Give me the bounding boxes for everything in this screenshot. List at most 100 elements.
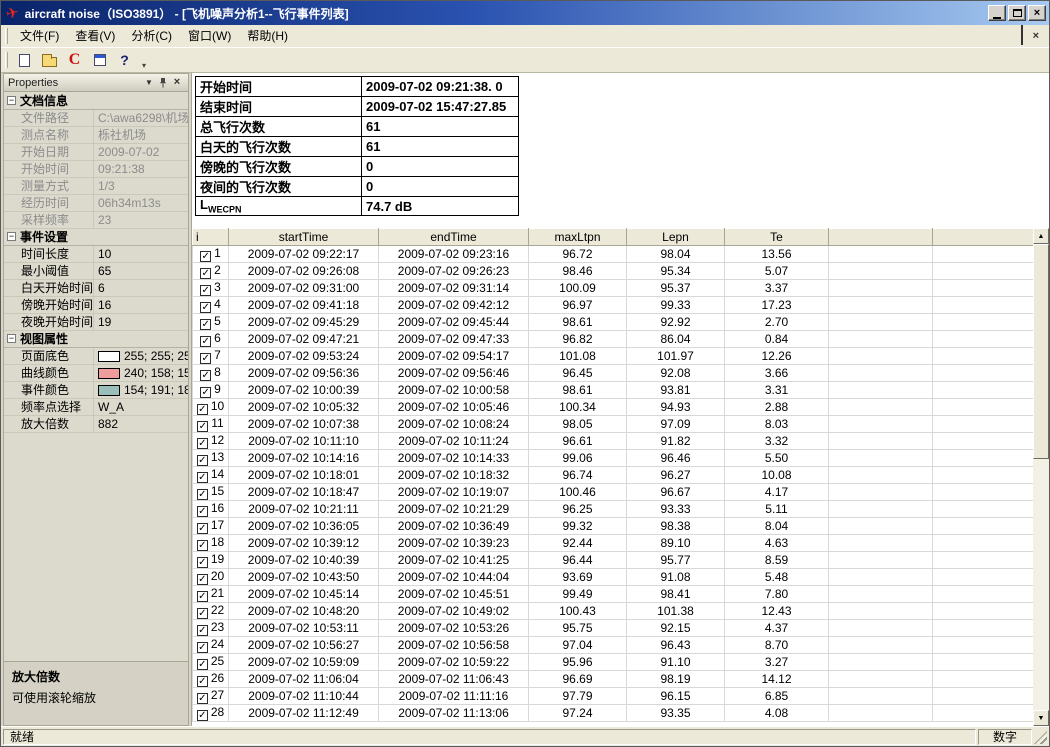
scroll-down-button[interactable]: ▼ [1033,710,1049,726]
table-row[interactable]: ✓202009-07-02 10:43:502009-07-02 10:44:0… [193,569,1037,586]
column-header[interactable]: maxLtpn [529,229,627,246]
table-row[interactable]: ✓182009-07-02 10:39:122009-07-02 10:39:2… [193,535,1037,552]
panel-close-icon[interactable]: × [170,76,184,90]
row-checkbox[interactable]: ✓ [197,455,208,466]
menu-item[interactable]: 分析(C) [123,26,180,46]
new-document-button[interactable] [12,49,37,71]
property-row[interactable]: 开始日期2009-07-02 [4,144,188,161]
table-row[interactable]: ✓212009-07-02 10:45:142009-07-02 10:45:5… [193,586,1037,603]
panel-pin-icon[interactable] [156,76,170,90]
row-checkbox[interactable]: ✓ [200,370,211,381]
collapse-icon[interactable]: − [7,334,16,343]
open-file-button[interactable] [37,49,62,71]
table-row[interactable]: ✓22009-07-02 09:26:082009-07-02 09:26:23… [193,263,1037,280]
property-value[interactable]: 2009-07-02 [94,144,188,160]
property-row[interactable]: 测点名称栎社机场 [4,127,188,144]
table-row[interactable]: ✓112009-07-02 10:07:382009-07-02 10:08:2… [193,416,1037,433]
title-bar[interactable]: ✈ aircraft noise（ISO3891） - [飞机噪声分析1--飞行… [1,1,1049,25]
properties-button[interactable] [87,49,112,71]
table-row[interactable]: ✓152009-07-02 10:18:472009-07-02 10:19:0… [193,484,1037,501]
row-checkbox[interactable]: ✓ [197,438,208,449]
property-section-header[interactable]: −文档信息 [4,93,188,110]
menu-grip[interactable] [5,28,8,44]
row-checkbox[interactable]: ✓ [200,302,211,313]
property-value[interactable]: 23 [94,212,188,228]
property-row[interactable]: 经历时间06h34m13s [4,195,188,212]
close-button[interactable]: × [1028,5,1046,21]
minimize-button[interactable] [988,5,1006,21]
table-row[interactable]: ✓162009-07-02 10:21:112009-07-02 10:21:2… [193,501,1037,518]
menu-item[interactable]: 文件(F) [12,26,67,46]
row-checkbox[interactable]: ✓ [197,421,208,432]
row-checkbox[interactable]: ✓ [197,659,208,670]
property-value[interactable]: 65 [94,263,188,279]
column-header[interactable]: i [193,229,229,246]
row-checkbox[interactable]: ✓ [197,591,208,602]
row-checkbox[interactable]: ✓ [200,268,211,279]
row-checkbox[interactable]: ✓ [197,557,208,568]
table-row[interactable]: ✓192009-07-02 10:40:392009-07-02 10:41:2… [193,552,1037,569]
resize-grip[interactable] [1034,731,1047,744]
property-value[interactable]: 栎社机场 [94,127,188,143]
property-value[interactable]: 882 [94,416,188,432]
menu-item[interactable]: 窗口(W) [180,26,239,46]
table-row[interactable]: ✓262009-07-02 11:06:042009-07-02 11:06:4… [193,671,1037,688]
table-row[interactable]: ✓32009-07-02 09:31:002009-07-02 09:31:14… [193,280,1037,297]
table-row[interactable]: ✓122009-07-02 10:11:102009-07-02 10:11:2… [193,433,1037,450]
property-row[interactable]: 夜晚开始时间19 [4,314,188,331]
property-row[interactable]: 开始时间09:21:38 [4,161,188,178]
collapse-icon[interactable]: − [7,96,16,105]
property-row[interactable]: 放大倍数882 [4,416,188,433]
column-header[interactable]: Lepn [627,229,725,246]
table-row[interactable]: ✓272009-07-02 11:10:442009-07-02 11:11:1… [193,688,1037,705]
property-value[interactable]: 16 [94,297,188,313]
table-row[interactable]: ✓252009-07-02 10:59:092009-07-02 10:59:2… [193,654,1037,671]
panel-dropdown-icon[interactable]: ▼ [142,76,156,90]
row-checkbox[interactable]: ✓ [197,472,208,483]
row-checkbox[interactable]: ✓ [197,693,208,704]
collapse-icon[interactable]: − [7,232,16,241]
menu-item[interactable]: 查看(V) [67,26,123,46]
table-row[interactable]: ✓282009-07-02 11:12:492009-07-02 11:13:0… [193,705,1037,722]
help-button[interactable]: ? [112,49,137,71]
table-row[interactable]: ✓102009-07-02 10:05:322009-07-02 10:05:4… [193,399,1037,416]
row-checkbox[interactable]: ✓ [197,642,208,653]
table-row[interactable]: ✓52009-07-02 09:45:292009-07-02 09:45:44… [193,314,1037,331]
table-row[interactable]: ✓132009-07-02 10:14:162009-07-02 10:14:3… [193,450,1037,467]
row-checkbox[interactable]: ✓ [197,404,208,415]
mdi-restore-button[interactable] [1021,27,1023,45]
property-row[interactable]: 频率点选择W_A [4,399,188,416]
row-checkbox[interactable]: ✓ [197,608,208,619]
column-header[interactable]: Te [725,229,829,246]
property-row[interactable]: 页面底色255; 255; 25 [4,348,188,365]
table-row[interactable]: ✓42009-07-02 09:41:182009-07-02 09:42:12… [193,297,1037,314]
toolbar-grip[interactable] [5,52,8,68]
property-value[interactable]: 1/3 [94,178,188,194]
table-row[interactable]: ✓12009-07-02 09:22:172009-07-02 09:23:16… [193,246,1037,263]
property-value[interactable]: 06h34m13s [94,195,188,211]
property-value[interactable]: 154; 191; 18 [94,382,188,398]
row-checkbox[interactable]: ✓ [197,489,208,500]
c-tool-button[interactable]: C [62,49,87,71]
row-checkbox[interactable]: ✓ [197,676,208,687]
table-row[interactable]: ✓242009-07-02 10:56:272009-07-02 10:56:5… [193,637,1037,654]
column-header[interactable]: startTime [229,229,379,246]
mdi-close-button[interactable]: × [1033,31,1039,42]
row-checkbox[interactable]: ✓ [197,506,208,517]
row-checkbox[interactable]: ✓ [200,353,211,364]
property-row[interactable]: 事件颜色154; 191; 18 [4,382,188,399]
property-section-header[interactable]: −视图属性 [4,331,188,348]
property-row[interactable]: 时间长度10 [4,246,188,263]
vertical-scrollbar[interactable]: ▲ ▼ [1033,228,1049,726]
table-row[interactable]: ✓62009-07-02 09:47:212009-07-02 09:47:33… [193,331,1037,348]
table-row[interactable]: ✓72009-07-02 09:53:242009-07-02 09:54:17… [193,348,1037,365]
column-header[interactable]: endTime [379,229,529,246]
row-checkbox[interactable]: ✓ [200,319,211,330]
property-value[interactable]: 255; 255; 25 [94,348,188,364]
property-row[interactable]: 白天开始时间6 [4,280,188,297]
property-section-header[interactable]: −事件设置 [4,229,188,246]
row-checkbox[interactable]: ✓ [197,710,208,721]
column-header-empty[interactable] [829,229,933,246]
property-value[interactable]: 6 [94,280,188,296]
menu-item[interactable]: 帮助(H) [239,26,296,46]
